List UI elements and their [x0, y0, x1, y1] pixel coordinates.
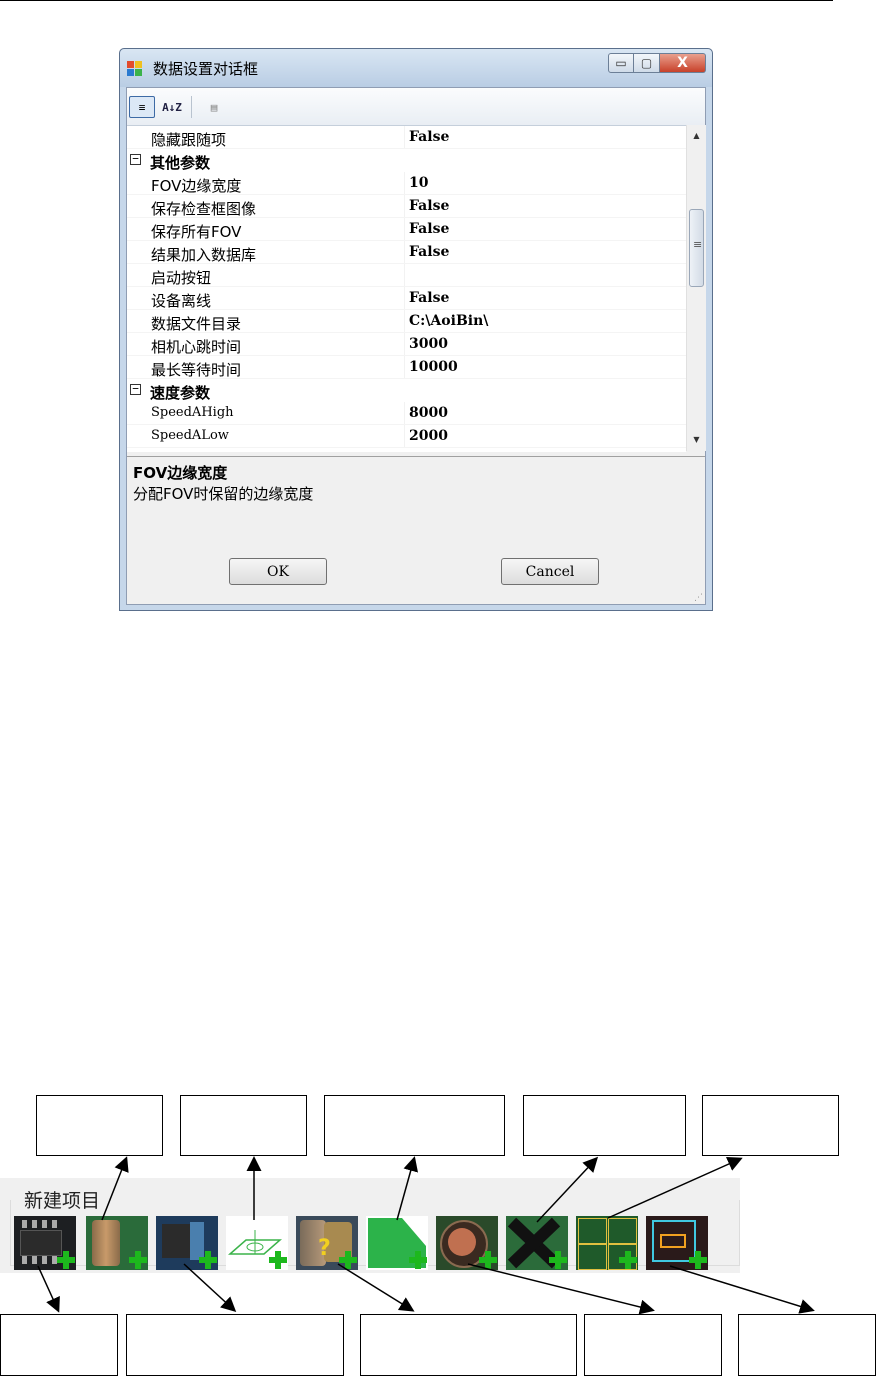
- callout-arrow: [669, 1265, 815, 1314]
- callout-arrow: [337, 1263, 415, 1312]
- callout-arrow: [183, 1263, 237, 1313]
- callout-arrow: [396, 1156, 419, 1221]
- callout-arrow: [607, 1157, 743, 1219]
- callout-arrow: [101, 1156, 129, 1221]
- callout-arrow: [536, 1156, 599, 1223]
- callout-arrow: [467, 1263, 655, 1315]
- callout-arrows: [37, 1156, 815, 1315]
- callout-arrow: [37, 1265, 60, 1313]
